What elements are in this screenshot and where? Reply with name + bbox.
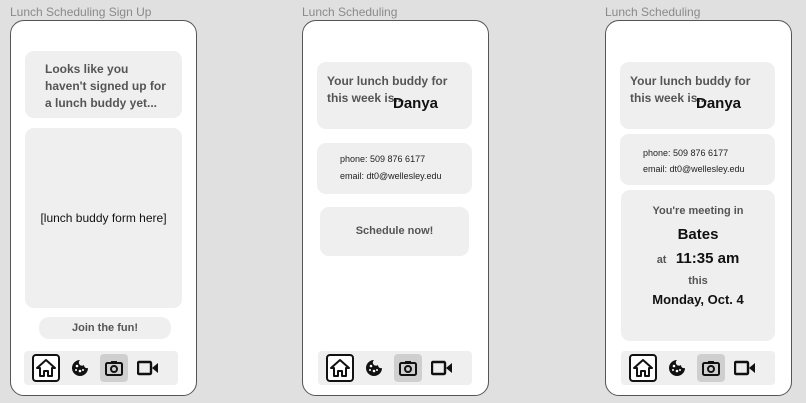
meeting-date: Monday, Oct. 4 bbox=[652, 292, 744, 307]
meeting-card: You're meeting in Bates at 11:35 am this… bbox=[621, 190, 775, 341]
buddy-name: Danya bbox=[393, 95, 439, 112]
bottom-navbar bbox=[318, 351, 472, 385]
meeting-place: Bates bbox=[677, 226, 719, 243]
home-icon[interactable] bbox=[629, 354, 657, 382]
phone-buddy: Your lunch buddy for this week is... Dan… bbox=[302, 20, 489, 396]
buddy-email[interactable]: email: dt0@wellesley.edu bbox=[340, 171, 442, 181]
schedule-button[interactable]: Schedule now! bbox=[320, 207, 469, 256]
lunch-buddy-form[interactable]: [lunch buddy form here] bbox=[25, 128, 182, 308]
meeting-time-row: at 11:35 am bbox=[621, 250, 775, 269]
signup-prompt-card: Looks like you haven't signed up for a l… bbox=[25, 51, 182, 118]
home-icon[interactable] bbox=[326, 354, 354, 382]
phone-signup: Looks like you haven't signed up for a l… bbox=[10, 20, 197, 396]
frame-label-signup: Lunch Scheduling Sign Up bbox=[10, 5, 152, 19]
form-placeholder-text: [lunch buddy form here] bbox=[40, 211, 167, 225]
join-button-label: Join the fun! bbox=[72, 321, 138, 334]
cookie-icon[interactable] bbox=[66, 354, 94, 382]
video-icon[interactable] bbox=[428, 354, 456, 382]
video-icon[interactable] bbox=[731, 354, 759, 382]
signup-prompt-text: Looks like you haven't signed up for a l… bbox=[45, 62, 166, 110]
camera-icon[interactable] bbox=[697, 354, 725, 382]
camera-icon[interactable] bbox=[100, 354, 128, 382]
camera-icon[interactable] bbox=[394, 354, 422, 382]
bottom-navbar bbox=[24, 351, 178, 385]
schedule-button-label: Schedule now! bbox=[355, 225, 434, 237]
buddy-email[interactable]: email: dt0@wellesley.edu bbox=[643, 164, 745, 174]
contact-card: phone: 509 876 6177 email: dt0@wellesley… bbox=[620, 134, 775, 185]
frame-label-buddy: Lunch Scheduling bbox=[302, 5, 398, 19]
contact-card: phone: 509 876 6177 email: dt0@wellesley… bbox=[317, 143, 472, 194]
home-icon[interactable] bbox=[32, 354, 60, 382]
buddy-phone[interactable]: phone: 509 876 6177 bbox=[643, 148, 728, 158]
bottom-navbar bbox=[621, 351, 775, 385]
buddy-phone[interactable]: phone: 509 876 6177 bbox=[340, 154, 425, 164]
buddy-intro-card: Your lunch buddy for this week is... Dan… bbox=[620, 62, 775, 129]
phone-meeting: Your lunch buddy for this week is... Dan… bbox=[605, 20, 792, 396]
meeting-time: 11:35 am bbox=[675, 250, 740, 267]
cookie-icon[interactable] bbox=[663, 354, 691, 382]
meeting-intro: You're meeting in bbox=[652, 205, 744, 217]
meeting-this-label: this bbox=[688, 275, 708, 287]
buddy-intro-card: Your lunch buddy for this week is... Dan… bbox=[317, 62, 472, 129]
cookie-icon[interactable] bbox=[360, 354, 388, 382]
frame-label-meeting: Lunch Scheduling bbox=[605, 5, 701, 19]
join-button[interactable]: Join the fun! bbox=[39, 317, 171, 339]
video-icon[interactable] bbox=[134, 354, 162, 382]
meeting-at-label: at bbox=[656, 254, 667, 266]
buddy-name: Danya bbox=[696, 95, 742, 112]
